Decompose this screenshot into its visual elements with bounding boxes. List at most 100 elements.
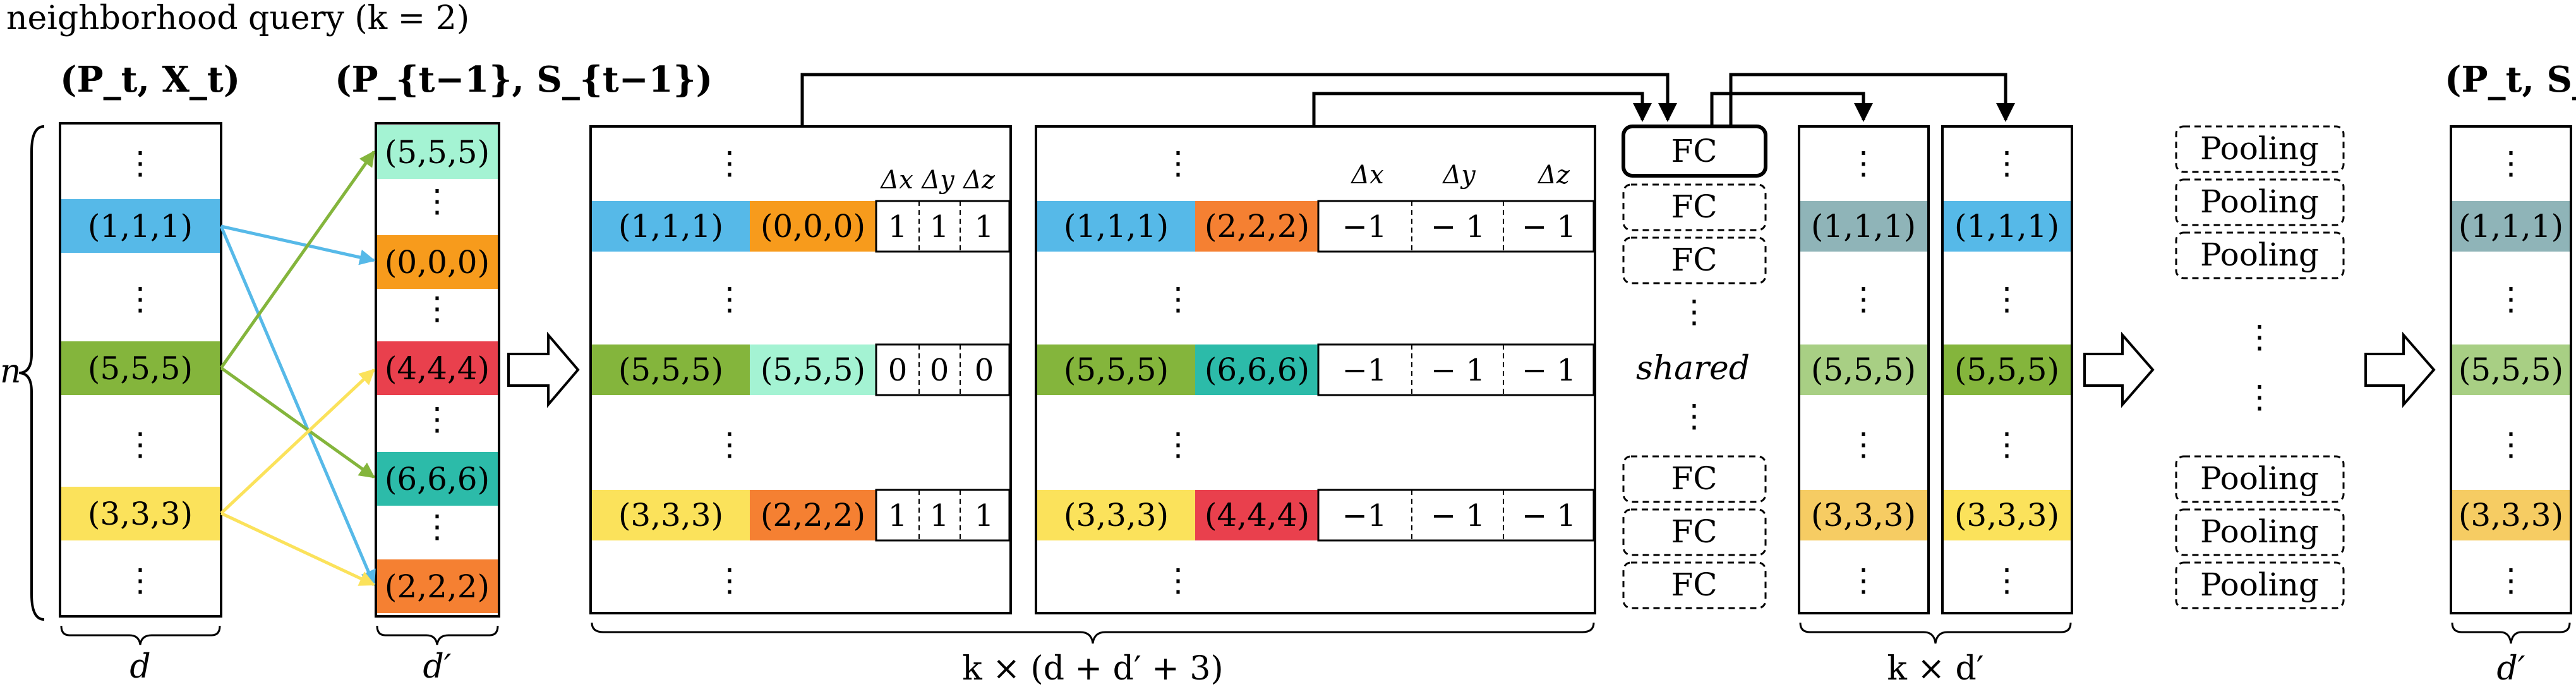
neighbor-label: (2,2,2) [761, 497, 865, 534]
prev-row-2-label: (0,0,0) [385, 244, 490, 281]
fc-output-column-1: (1,1,1) (5,5,5) (3,3,3) ⋮ ⋮ ⋮ ⋮ [1798, 125, 1930, 614]
connector-arrows [800, 73, 2015, 126]
input-header: (P_t, X_t) [60, 59, 240, 101]
delta-value: 1 [975, 209, 994, 245]
point-label: (5,5,5) [618, 351, 723, 388]
input-column: (1,1,1) (5,5,5) (3,3,3) ⋮ ⋮ ⋮ ⋮ [59, 122, 222, 618]
input-row-1-label: (1,1,1) [88, 208, 193, 245]
tables-brace-label: k × (d + d′ + 3) [962, 650, 1223, 688]
neighbor-label: (5,5,5) [761, 351, 865, 388]
vdots: ⋮ [1991, 426, 2023, 463]
vdots: ⋮ [1678, 398, 1710, 434]
output-brace-label: d′ [2496, 650, 2525, 688]
vdots: ⋮ [1848, 426, 1879, 463]
fc-label: FC [1671, 188, 1718, 225]
diagram-title: neighborhood query (k = 2) [6, 0, 469, 37]
neighbor-label: (2,2,2) [1205, 208, 1309, 245]
delta-value: 1 [930, 498, 949, 534]
vdots: ⋮ [714, 145, 745, 181]
flow-arrow-3 [2364, 331, 2436, 408]
table-row: (1,1,1) (2,2,2) −1 − 1 − 1 [1037, 200, 1595, 253]
vdots: ⋮ [2495, 145, 2527, 181]
vdots: ⋮ [124, 562, 156, 599]
delta-header-z: Δz [962, 166, 996, 195]
arrow-yellow-2 [220, 511, 376, 587]
prev-brace [376, 625, 499, 645]
table1-to-fc-arrow [800, 73, 1677, 126]
fc-label: FC [1671, 566, 1718, 603]
prev-column: (5,5,5) (0,0,0) (4,4,4) (6,6,6) (2,2,2) … [375, 122, 500, 618]
delta-value: 1 [888, 209, 908, 245]
vdots: ⋮ [421, 183, 453, 219]
output-row-3-label: (3,3,3) [2459, 497, 2563, 534]
neighborhood-query-diagram: neighborhood query (k = 2) (P_t, X_t) (P… [0, 0, 2576, 688]
vdots: ⋮ [1848, 562, 1879, 599]
table-row: (5,5,5) (6,6,6) −1 − 1 − 1 [1037, 343, 1595, 396]
fc-out2-label: (5,5,5) [1954, 351, 2059, 388]
vdots: ⋮ [1991, 562, 2023, 599]
vdots: ⋮ [1162, 426, 1194, 463]
vdots: ⋮ [1162, 281, 1194, 317]
pooling-label: Pooling [2200, 130, 2319, 167]
arrow-green-2 [220, 366, 376, 479]
fc-outputs-brace [1799, 622, 2072, 644]
table-row: (1,1,1) (0,0,0) 1 1 1 [592, 200, 1011, 253]
fc-shared-label: shared [1636, 350, 1750, 387]
vdots: ⋮ [714, 426, 745, 463]
delta-value: 1 [888, 498, 908, 534]
delta-value: − 1 [1522, 498, 1576, 534]
vdots: ⋮ [124, 426, 156, 463]
table-row: (5,5,5) (5,5,5) 0 0 0 [592, 343, 1011, 396]
delta-value: − 1 [1522, 209, 1576, 245]
vdots: ⋮ [1162, 562, 1194, 599]
flow-arrow-2 [2083, 331, 2155, 408]
vdots: ⋮ [421, 290, 453, 327]
arrow-green-1 [219, 150, 376, 369]
fc-label: FC [1671, 513, 1718, 550]
input-brace [60, 625, 221, 645]
vdots: ⋮ [2244, 319, 2275, 355]
vdots: ⋮ [1678, 293, 1710, 330]
fc-out1-label: (3,3,3) [1811, 497, 1916, 534]
fc-label: FC [1671, 241, 1718, 278]
delta-header-y: Δy [920, 166, 955, 195]
delta-value: − 1 [1522, 353, 1576, 388]
neighbor-table-2: ⋮ Δx Δy Δz (1,1,1) (2,2,2) −1 − 1 − 1 ⋮ … [1035, 125, 1596, 614]
arrow-blue-1 [220, 224, 376, 265]
vdots: ⋮ [714, 562, 745, 599]
prev-brace-label: d′ [423, 648, 451, 686]
fc-out2-label: (1,1,1) [1954, 208, 2059, 245]
neighbor-label: (4,4,4) [1205, 497, 1309, 534]
prev-row-3-label: (4,4,4) [385, 350, 490, 387]
delta-header-z: Δz [1537, 161, 1570, 190]
input-row-2-label: (5,5,5) [88, 350, 193, 387]
fc-to-out1-arrow [1710, 92, 1873, 126]
pooling-stack: Pooling Pooling Pooling ⋮ ⋮ Pooling Pool… [2175, 125, 2345, 609]
prev-row-4-label: (6,6,6) [385, 461, 490, 497]
neighbor-table-1: ⋮ Δx Δy Δz (1,1,1) (0,0,0) 1 1 1 ⋮ (5,5,… [589, 125, 1012, 614]
prev-row-5-label: (2,2,2) [385, 568, 490, 605]
vdots: ⋮ [1162, 145, 1194, 181]
pooling-label: Pooling [2200, 566, 2319, 603]
delta-value: 1 [930, 209, 949, 245]
vdots: ⋮ [421, 508, 453, 545]
vdots: ⋮ [1991, 145, 2023, 181]
point-label: (3,3,3) [618, 497, 723, 534]
pooling-label: Pooling [2200, 513, 2319, 550]
arrow-yellow-1 [220, 369, 375, 515]
vdots: ⋮ [714, 281, 745, 317]
vdots: ⋮ [2495, 562, 2527, 599]
vdots: ⋮ [1848, 281, 1879, 317]
delta-value: 1 [975, 498, 994, 534]
arrow-blue-2 [219, 226, 376, 587]
n-brace [18, 125, 45, 621]
fc-out1-label: (1,1,1) [1811, 208, 1916, 245]
flow-arrow-1 [507, 331, 580, 408]
delta-header-x: Δx [1350, 161, 1383, 190]
delta-value: 0 [930, 353, 949, 388]
table-row: (3,3,3) (2,2,2) 1 1 1 [592, 489, 1011, 542]
delta-value: − 1 [1431, 209, 1485, 245]
vdots: ⋮ [124, 145, 156, 181]
pooling-label: Pooling [2200, 236, 2319, 273]
input-brace-label: d [129, 648, 150, 686]
